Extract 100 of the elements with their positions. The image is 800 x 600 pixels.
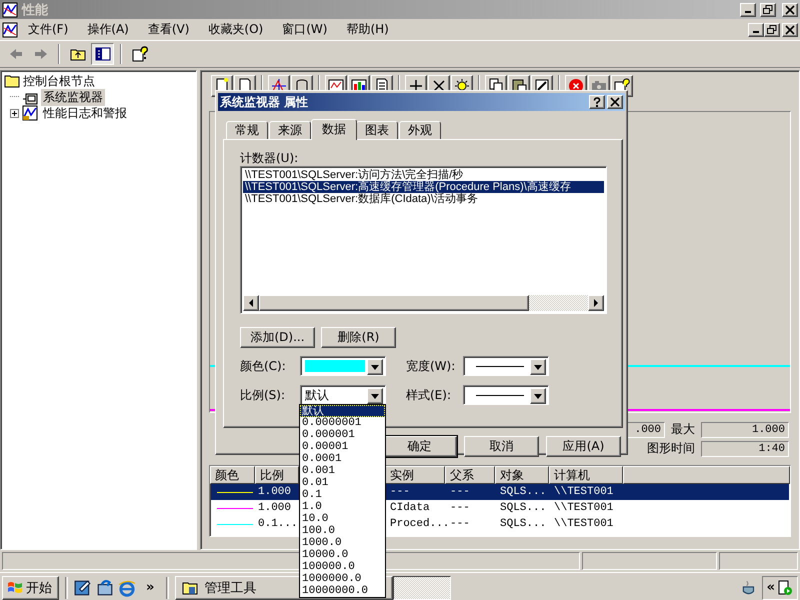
scale-option[interactable]: 0.001 xyxy=(300,465,385,477)
start-button[interactable]: 开始 xyxy=(2,576,59,600)
scale-option[interactable]: 1.0 xyxy=(300,501,385,513)
style-label: 样式(E): xyxy=(406,386,452,404)
close-button[interactable] xyxy=(607,95,623,109)
menu-item[interactable]: 操作(A) xyxy=(77,21,138,38)
minimize-icon xyxy=(745,10,751,12)
horizontal-scrollbar[interactable] xyxy=(243,295,604,311)
counter-item[interactable]: \\TEST001\SQLServer:访问方法\完全扫描/秒 xyxy=(243,169,604,181)
max-label: 最大 xyxy=(671,421,695,438)
table-cell-text: SQLS... xyxy=(499,517,548,532)
document-play-icon[interactable] xyxy=(777,580,793,596)
minimize-icon xyxy=(753,30,759,32)
dialog-button[interactable]: 取消 xyxy=(464,436,539,457)
windows-flag-icon xyxy=(7,580,23,596)
tree-item[interactable]: 控制台根节点 xyxy=(4,73,193,89)
tab[interactable]: 数据 xyxy=(311,119,357,140)
menu-item[interactable]: 收藏夹(O) xyxy=(198,21,272,38)
color-dropdown[interactable] xyxy=(300,356,386,376)
show-hidden-icons-button[interactable]: « xyxy=(766,580,775,595)
table-cell-text: --- xyxy=(449,517,471,532)
dialog-button[interactable]: 应用(A) xyxy=(546,436,621,457)
table-cell-text: Proced... xyxy=(389,517,446,532)
scale-option[interactable]: 10000.0 xyxy=(300,549,385,561)
close-icon xyxy=(785,24,795,34)
table-cell: 1.000 xyxy=(256,484,300,500)
menu-item[interactable]: 窗口(W) xyxy=(272,21,336,38)
minimize-button[interactable] xyxy=(740,2,756,16)
width-label: 宽度(W): xyxy=(406,358,456,374)
minimize-button[interactable] xyxy=(748,22,764,36)
scale-option[interactable]: 0.0001 xyxy=(300,453,385,465)
right-arrow-icon xyxy=(592,299,600,307)
counters-label: 计数器(U): xyxy=(240,150,300,166)
table-cell-text: \\TEST001 xyxy=(553,517,614,532)
tab[interactable]: 图表 xyxy=(356,121,398,139)
column-header[interactable]: 父系 xyxy=(445,466,495,484)
window-title: 性能 xyxy=(22,2,48,18)
scale-option[interactable]: 1000.0 xyxy=(300,537,385,549)
menu-item[interactable]: 查看(V) xyxy=(138,21,198,38)
table-cell-text: 1.000 xyxy=(257,501,292,516)
table-cell: \\TEST001 xyxy=(550,484,789,500)
table-cell-text: 0.1... xyxy=(257,517,299,532)
style-dropdown[interactable] xyxy=(463,385,549,405)
menu-item[interactable]: 文件(F) xyxy=(18,21,78,38)
close-icon xyxy=(785,4,795,14)
scale-option[interactable]: 0.01 xyxy=(300,477,385,489)
table-cell: --- xyxy=(386,484,446,500)
dropdown-arrow-icon xyxy=(534,394,542,398)
column-header[interactable]: 对象 xyxy=(495,466,549,484)
more-icons-button[interactable]: » xyxy=(140,580,160,595)
counter-list[interactable]: \\TEST001\SQLServer:访问方法\完全扫描/秒 \\TEST001\SQLServer:高速缓存管理器(Procedure Plans)\高速缓存 \\TEST001\SQLServer:数据库(CIdata)\活动事务 xyxy=(240,166,607,314)
dropdown-arrow-icon xyxy=(534,364,542,370)
help-button[interactable] xyxy=(589,95,605,109)
close-button[interactable] xyxy=(782,2,798,16)
dropdown-arrow-icon xyxy=(371,394,379,398)
dialog-title: 系统监视器 属性 xyxy=(220,94,308,110)
scale-option[interactable]: 10.0 xyxy=(300,513,385,525)
scale-dropdown[interactable]: 默认 xyxy=(300,385,386,405)
column-header[interactable]: 计算机 xyxy=(549,466,623,484)
chart-icon xyxy=(2,2,18,18)
tree-pane-icon[interactable] xyxy=(91,43,114,65)
table-cell-text: CIdata xyxy=(389,501,431,516)
width-dropdown[interactable] xyxy=(463,356,549,376)
column-header[interactable]: 比例 xyxy=(255,466,299,484)
menu-item[interactable]: 帮助(H) xyxy=(336,21,398,38)
close-button[interactable] xyxy=(782,22,798,36)
tree-item[interactable]: 性能日志和警报 xyxy=(41,104,129,122)
question-mark-icon xyxy=(592,97,602,107)
color-cell[interactable] xyxy=(211,484,256,500)
folder-icon xyxy=(4,73,20,89)
counter-item[interactable]: \\TEST001\SQLServer:高速缓存管理器(Procedure Plans)\高速缓存 xyxy=(243,181,604,193)
window-arrow-icon[interactable] xyxy=(96,578,114,596)
expand-icon[interactable] xyxy=(10,108,19,118)
add-button[interactable]: 添加(D)... xyxy=(240,327,315,348)
restore-button[interactable] xyxy=(760,2,776,16)
restore-button[interactable] xyxy=(764,22,780,36)
tab[interactable]: 外观 xyxy=(399,121,441,139)
column-header[interactable]: 颜色 xyxy=(210,466,255,484)
scale-option[interactable]: 默认 xyxy=(300,405,385,417)
scale-option[interactable]: 1000000.0 xyxy=(300,573,385,585)
scale-option[interactable]: 0.000001 xyxy=(300,429,385,441)
counter-item[interactable]: \\TEST001\SQLServer:数据库(CIdata)\活动事务 xyxy=(243,193,604,205)
chart-icon xyxy=(2,22,18,38)
close-icon xyxy=(610,97,620,107)
remove-button[interactable]: 删除(R) xyxy=(321,327,396,348)
scale-option[interactable]: 0.00001 xyxy=(300,441,385,453)
dropdown-arrow-icon xyxy=(371,364,379,370)
task-button[interactable] xyxy=(393,576,452,600)
scale-option[interactable]: 0.0000001 xyxy=(300,417,385,429)
scale-option[interactable]: 0.1 xyxy=(300,489,385,501)
duration-value-field: 1:40 xyxy=(701,440,789,456)
table-cell: SQLS... xyxy=(496,484,550,500)
tab[interactable]: 常规 xyxy=(226,121,268,139)
scale-option[interactable]: 100.0 xyxy=(300,525,385,537)
scale-option[interactable]: 100000.0 xyxy=(300,561,385,573)
desktop-icon[interactable] xyxy=(74,578,92,596)
tab[interactable]: 来源 xyxy=(269,121,311,139)
color-label: 颜色(C): xyxy=(240,358,287,374)
tree-item[interactable]: 系统监视器 xyxy=(41,88,105,106)
scale-option[interactable]: 10000000.0 xyxy=(300,585,385,597)
